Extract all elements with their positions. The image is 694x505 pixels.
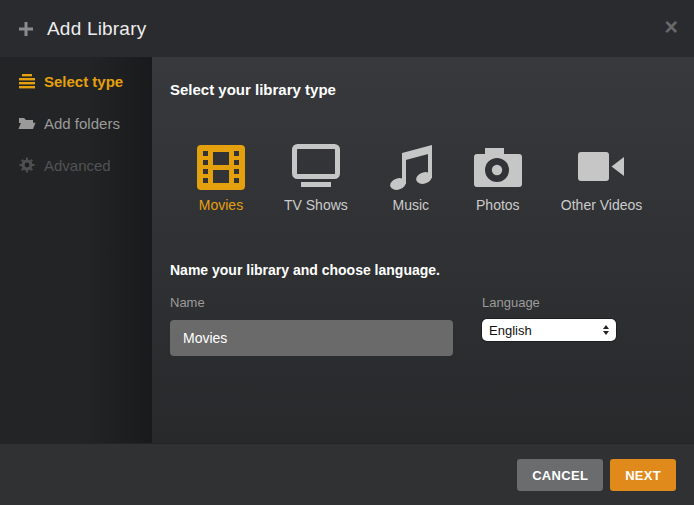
list-lines-icon (18, 74, 36, 89)
camera-icon (474, 143, 522, 191)
folder-icon (18, 116, 36, 130)
next-button[interactable]: NEXT (610, 459, 676, 491)
gear-icon (18, 157, 36, 173)
tv-icon (292, 143, 340, 191)
type-music[interactable]: Music (387, 143, 435, 213)
footer-buttons: CANCEL NEXT (517, 459, 676, 491)
language-select[interactable]: English (482, 319, 616, 341)
type-label: Movies (199, 197, 243, 213)
sidebar-item-label: Advanced (44, 157, 111, 174)
sidebar-item-advanced[interactable]: Advanced (0, 144, 152, 186)
type-photos[interactable]: Photos (474, 143, 522, 213)
music-note-icon (387, 143, 435, 191)
section-title-library-type: Select your library type (170, 81, 676, 98)
sidebar-item-label: Select type (44, 73, 123, 90)
type-movies[interactable]: Movies (197, 143, 245, 213)
language-label: Language (482, 295, 616, 310)
type-label: Music (393, 197, 430, 213)
sidebar-item-add-folders[interactable]: Add folders (0, 102, 152, 144)
type-label: Other Videos (561, 197, 642, 213)
main-content: Select your library type (152, 57, 694, 443)
select-arrows-icon (603, 325, 609, 335)
form-row: Name Language English (170, 295, 676, 356)
video-camera-icon (578, 143, 626, 191)
close-icon[interactable]: × (665, 16, 678, 39)
sidebar-item-label: Add folders (44, 115, 120, 132)
plus-icon (18, 21, 34, 37)
name-field-group: Name (170, 295, 453, 356)
section-title-name-language: Name your library and choose language. (170, 262, 676, 278)
language-field-group: Language English (482, 295, 616, 356)
language-select-value: English (489, 323, 532, 338)
add-library-dialog: Add Library × Select type Add folders (0, 0, 694, 505)
type-label: Photos (476, 197, 520, 213)
film-strip-icon (197, 143, 245, 191)
dialog-footer: CANCEL NEXT (0, 443, 694, 505)
library-type-row: Movies TV Shows (197, 143, 676, 213)
name-label: Name (170, 295, 453, 310)
name-input[interactable] (170, 320, 453, 356)
sidebar-item-select-type[interactable]: Select type (0, 60, 152, 102)
sidebar: Select type Add folders (0, 57, 152, 443)
dialog-header: Add Library × (0, 0, 694, 57)
type-label: TV Shows (284, 197, 348, 213)
cancel-button[interactable]: CANCEL (517, 459, 603, 491)
type-other-videos[interactable]: Other Videos (561, 143, 642, 213)
dialog-title: Add Library (47, 18, 146, 40)
type-tv-shows[interactable]: TV Shows (284, 143, 348, 213)
